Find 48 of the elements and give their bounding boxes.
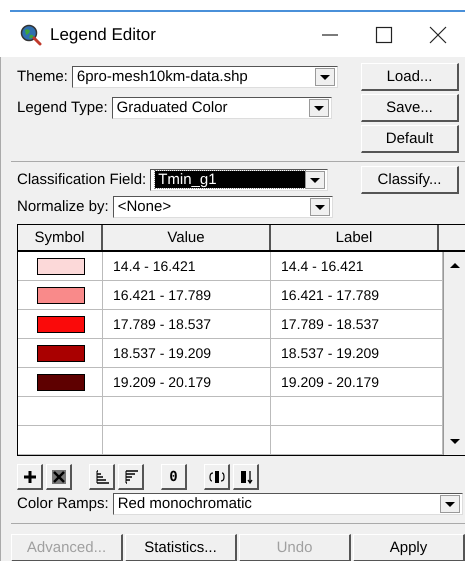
classification-field-dropdown[interactable]: Tmin_g1 (150, 168, 328, 190)
side-button[interactable]: Load... (361, 63, 459, 91)
value-cell: 19.209 - 20.179 (113, 374, 212, 390)
label-cell: 16.421 - 17.789 (281, 287, 380, 303)
ascending-bars-icon (94, 468, 110, 484)
dialog-button[interactable]: Apply (353, 534, 465, 561)
sort-button[interactable] (233, 464, 259, 490)
color-swatch[interactable] (37, 258, 85, 274)
window-title: Legend Editor (50, 24, 157, 44)
side-button[interactable]: Save... (361, 94, 459, 122)
descending-button[interactable] (118, 464, 144, 490)
side-button[interactable]: Default (361, 125, 459, 153)
color-swatch[interactable] (37, 316, 85, 332)
legend-type-dropdown[interactable]: Graduated Color (112, 96, 332, 118)
label-cell: 19.209 - 20.179 (281, 374, 380, 390)
close-icon[interactable] (429, 26, 447, 44)
ascending-button[interactable] (89, 464, 115, 490)
color-swatch[interactable] (37, 374, 85, 390)
maximize-icon[interactable] (375, 26, 393, 44)
zero-button[interactable]: 0 (161, 464, 187, 490)
plus-icon (22, 468, 38, 484)
color-ramps-label: Color Ramps: (17, 495, 109, 512)
value-cell: 18.537 - 19.209 (113, 345, 212, 361)
color-ramps-dropdown[interactable]: Red monochromatic (112, 492, 463, 514)
flip-arrows-icon (208, 468, 226, 484)
add-button[interactable] (17, 464, 43, 490)
flip-button[interactable] (204, 464, 230, 490)
normalize-dropdown[interactable]: <None> (112, 196, 333, 218)
label-cell: 18.537 - 19.209 (281, 345, 380, 361)
classification-field-label: Classification Field: (17, 171, 146, 188)
theme-dropdown[interactable]: 6pro-mesh10km-data.shp (72, 66, 338, 88)
cross-icon (50, 468, 66, 484)
color-swatch[interactable] (37, 344, 85, 362)
descending-bars-icon (122, 468, 138, 484)
globe-magnifier-icon (20, 24, 42, 46)
legend-type-label: Legend Type: (17, 99, 108, 116)
label-cell: 14.4 - 16.421 (281, 258, 364, 274)
normalize-label: Normalize by: (17, 198, 109, 215)
value-cell: 16.421 - 17.789 (113, 287, 212, 303)
value-cell: 17.789 - 18.537 (113, 316, 212, 332)
theme-label: Theme: (17, 68, 68, 85)
classify-button[interactable]: Classify... (361, 166, 459, 194)
value-cell: 14.4 - 16.421 (113, 258, 196, 274)
dialog-button[interactable]: Statistics... (125, 534, 237, 561)
delete-button[interactable] (46, 464, 72, 490)
color-swatch[interactable] (37, 286, 85, 304)
label-cell: 17.789 - 18.537 (281, 316, 380, 332)
scrollbar[interactable] (443, 252, 465, 455)
